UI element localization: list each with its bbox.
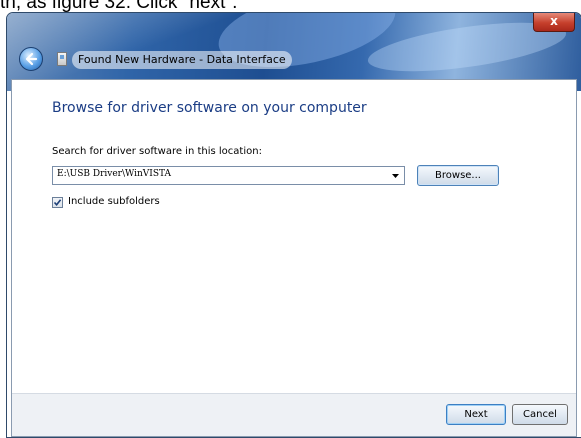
wizard-window: x Found New Hardware - Data Interface Br…	[6, 12, 581, 438]
next-button[interactable]: Next	[446, 404, 506, 425]
window-title: Found New Hardware - Data Interface	[72, 51, 292, 69]
browse-button[interactable]: Browse...	[417, 165, 499, 186]
include-subfolders-label: Include subfolders	[68, 196, 160, 207]
search-location-label: Search for driver software in this locat…	[52, 146, 262, 157]
back-button[interactable]	[19, 47, 43, 71]
checkmark-icon	[53, 199, 62, 207]
button-bar: Next Cancel	[12, 393, 576, 436]
page-heading: Browse for driver software on your compu…	[52, 100, 367, 116]
chevron-down-icon[interactable]	[392, 174, 399, 178]
driver-path-combobox[interactable]: E:\USB Driver\WinVISTA	[52, 166, 405, 185]
include-subfolders-checkbox[interactable]	[52, 197, 63, 208]
back-arrow-icon	[25, 52, 38, 66]
driver-path-value: E:\USB Driver\WinVISTA	[57, 169, 171, 179]
close-button[interactable]: x	[533, 13, 575, 32]
hardware-icon	[57, 52, 67, 66]
cancel-button[interactable]: Cancel	[512, 404, 568, 425]
content-area: Browse for driver software on your compu…	[11, 79, 577, 437]
